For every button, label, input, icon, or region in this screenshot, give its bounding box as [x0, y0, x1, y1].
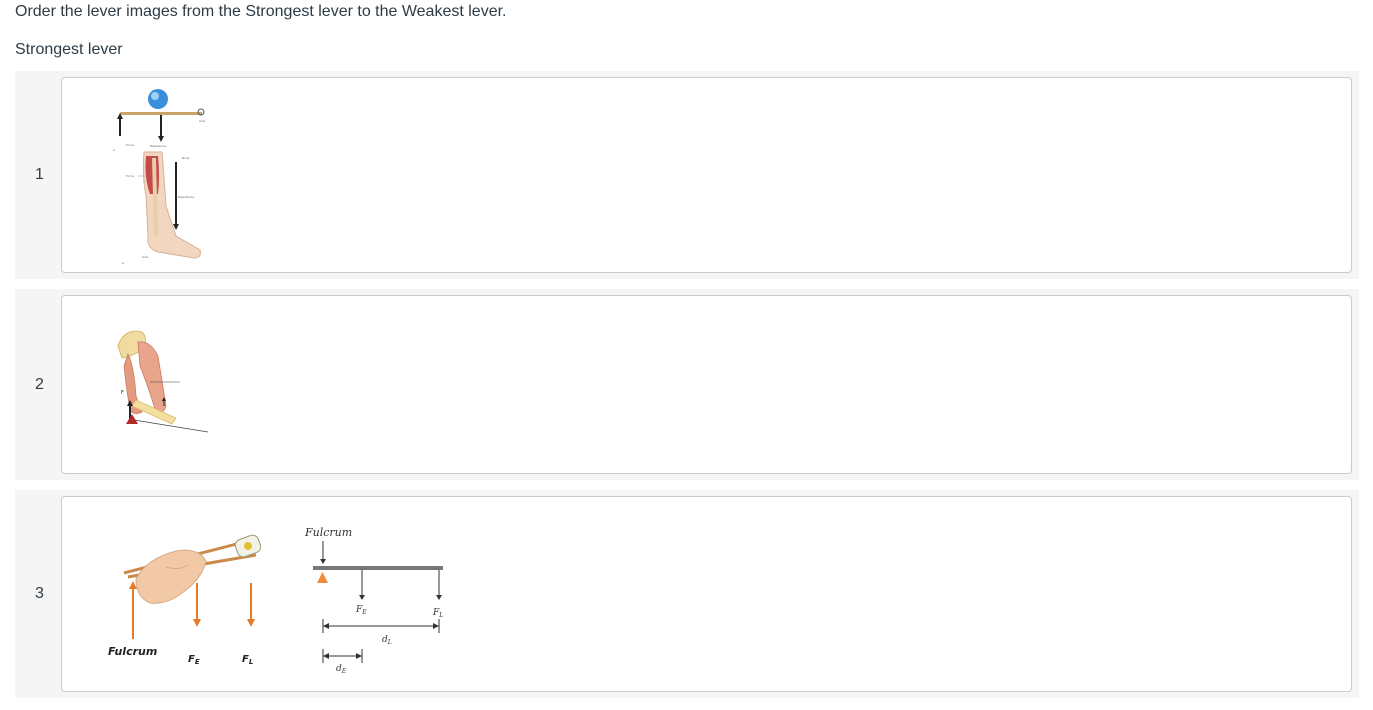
draggable-card[interactable]: F — [61, 295, 1352, 474]
svg-text:Resistance: Resistance — [178, 195, 194, 199]
list-item: 2 F — [15, 289, 1359, 480]
svg-text:Fulcrum: Fulcrum — [304, 526, 352, 539]
svg-text:FL: FL — [242, 654, 253, 666]
svg-text:Resistance: Resistance — [150, 144, 166, 148]
svg-text:Force: Force — [126, 174, 134, 178]
arm-lever-image: F — [114, 326, 214, 441]
svg-text:Force: Force — [126, 143, 134, 147]
list-item: 1 Force Resistance Axis A Force Resistan… — [15, 71, 1359, 279]
item-number: 3 — [35, 585, 44, 602]
svg-text:A: A — [122, 261, 125, 265]
svg-text:dE: dE — [336, 664, 347, 675]
svg-text:FE: FE — [188, 654, 200, 666]
svg-text:Fulcrum: Fulcrum — [108, 645, 157, 658]
svg-text:Axis: Axis — [199, 119, 206, 123]
list-item: 3 Fulcrum FE FL Fulcrum FE FL dL dE — [15, 490, 1359, 698]
svg-text:Body: Body — [182, 156, 190, 160]
chopsticks-lever-image: Fulcrum FE FL Fulcrum FE FL dL dE — [106, 509, 466, 681]
item-number: 2 — [35, 376, 44, 393]
question-prompt: Order the lever images from the Stronges… — [15, 3, 507, 20]
svg-text:F: F — [121, 390, 124, 396]
svg-text:FE: FE — [355, 605, 367, 616]
draggable-card[interactable]: Fulcrum FE FL Fulcrum FE FL dL dE — [61, 496, 1352, 692]
foot-lever-image: Force Resistance Axis A Force Resistance… — [106, 86, 256, 266]
list-label-strongest: Strongest lever — [15, 41, 123, 58]
svg-text:A: A — [113, 148, 116, 152]
svg-text:dL: dL — [382, 635, 392, 646]
item-number: 1 — [35, 166, 44, 183]
draggable-card[interactable]: Force Resistance Axis A Force Resistance… — [61, 77, 1352, 273]
svg-text:FL: FL — [432, 608, 443, 619]
svg-text:Axis: Axis — [142, 255, 149, 259]
